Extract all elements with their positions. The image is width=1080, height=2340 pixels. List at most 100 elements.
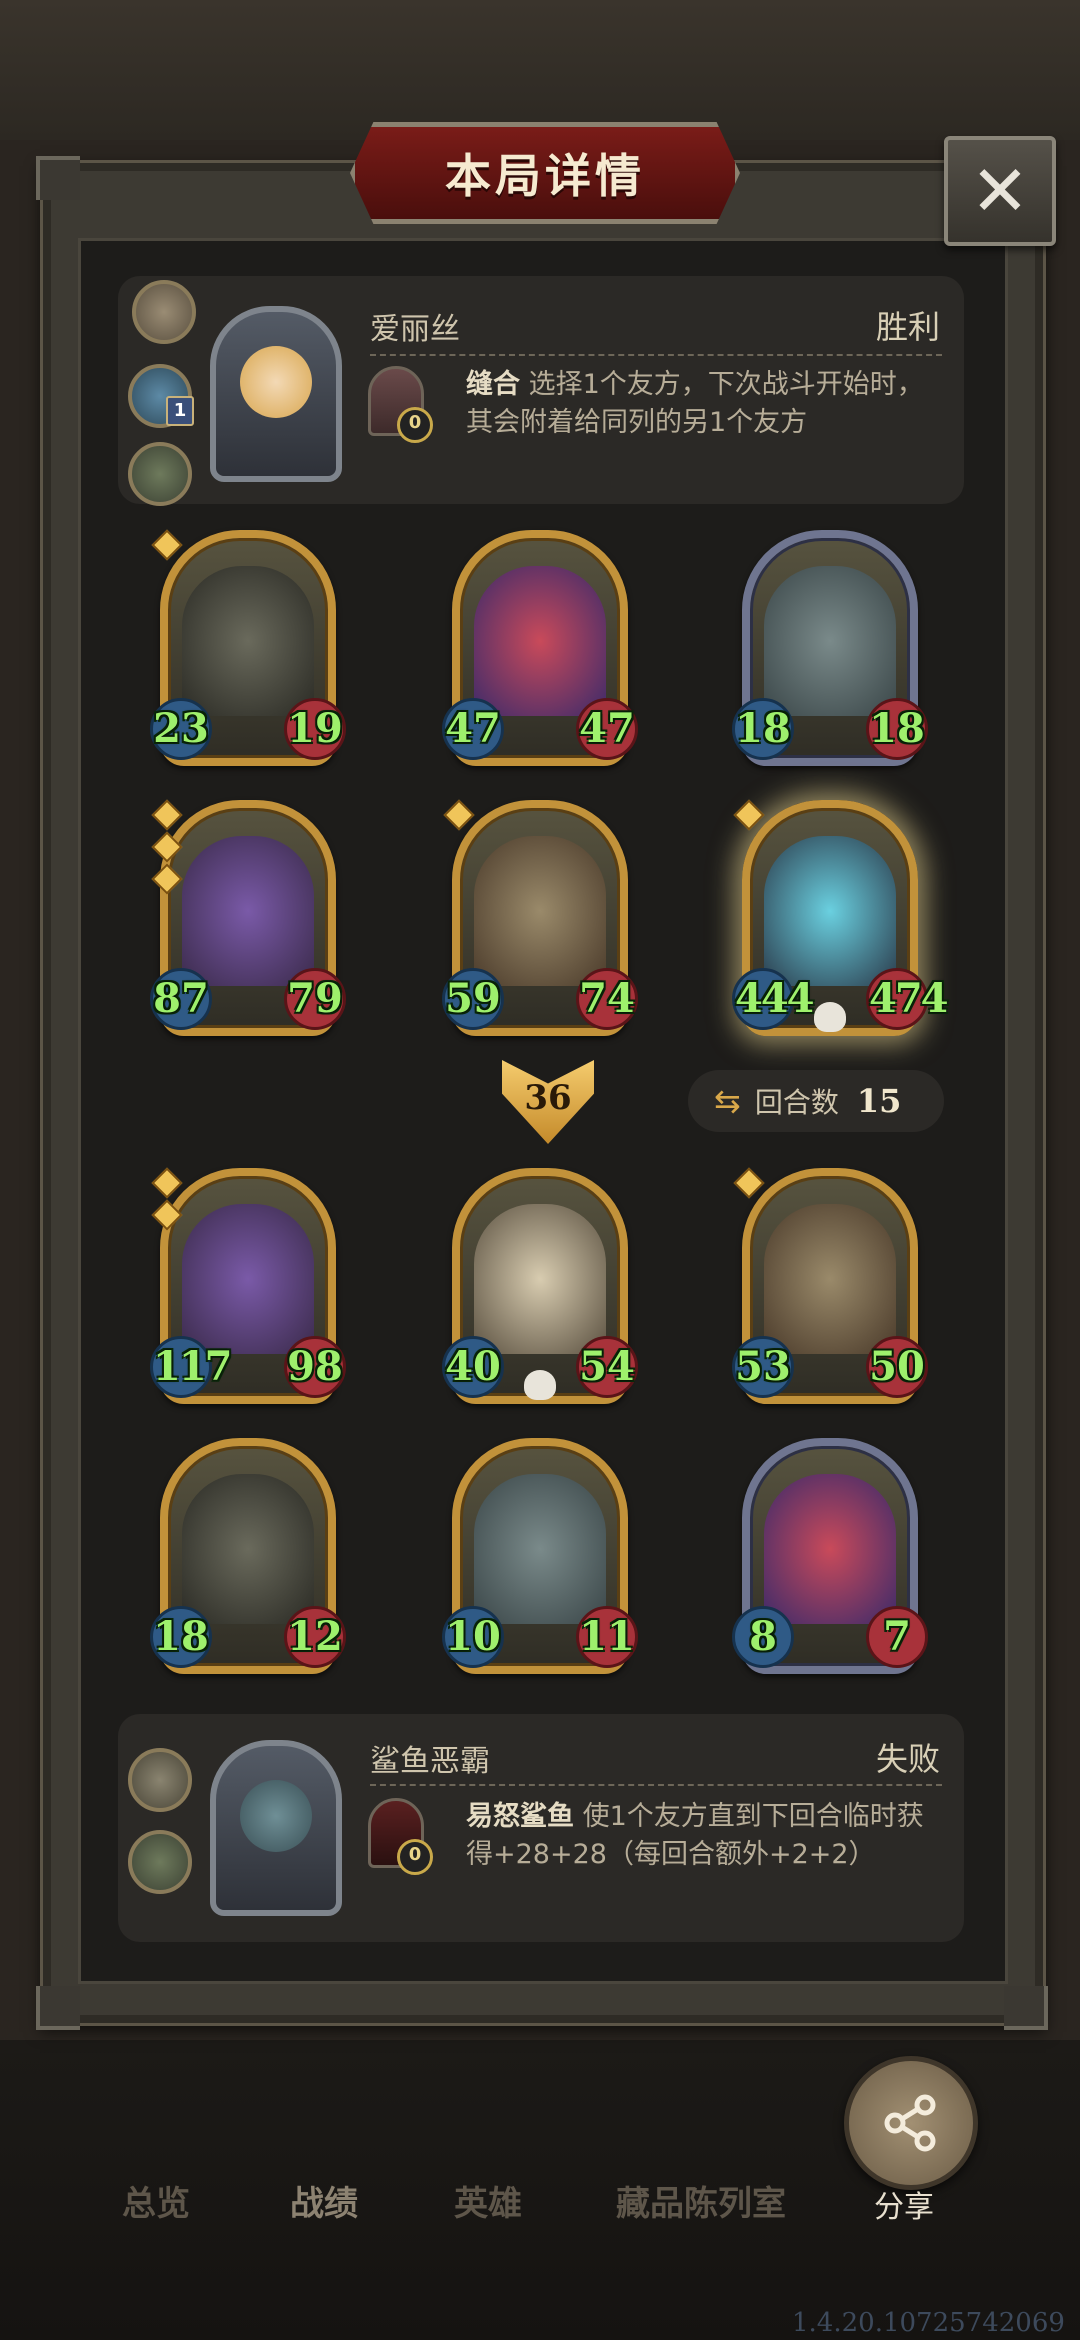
star-rating bbox=[151, 1167, 183, 1236]
divider bbox=[370, 1784, 942, 1786]
share-button[interactable] bbox=[844, 2056, 978, 2190]
turns-label: 回合数 bbox=[754, 1086, 839, 1119]
hero-portrait-shark[interactable] bbox=[210, 1740, 342, 1916]
attack-stat: 47 bbox=[442, 698, 504, 760]
reaper-art bbox=[182, 566, 314, 716]
health-stat: 19 bbox=[284, 698, 346, 760]
star-rating bbox=[733, 1167, 765, 1204]
minion-card-beast[interactable]: 10 11 bbox=[442, 1438, 638, 1674]
star-rating bbox=[151, 529, 183, 566]
health-stat: 18 bbox=[866, 698, 928, 760]
player-panel-loser: 鲨鱼恶霸 失败 0 易怒鲨鱼 使1个友方直到下回合临时获得+28+28（每回合额… bbox=[118, 1714, 964, 1942]
skill-icon[interactable]: 0 bbox=[368, 366, 433, 443]
minion-card-reaper[interactable]: 23 19 bbox=[150, 529, 346, 766]
tab-record[interactable]: 战绩 bbox=[290, 2176, 358, 2225]
close-icon: ✕ bbox=[970, 150, 1030, 232]
minion-card-skeleton[interactable]: 40 54 bbox=[442, 1168, 638, 1404]
minion-card-dragon[interactable]: 87 79 bbox=[150, 799, 346, 1036]
version-text: 1.4.20.10725742069 bbox=[792, 2308, 1065, 2338]
minion-card-clown[interactable]: 47 47 bbox=[442, 530, 638, 766]
skull-icon bbox=[524, 1370, 556, 1400]
round-number: 36 bbox=[524, 1078, 572, 1118]
attack-stat: 117 bbox=[150, 1336, 233, 1398]
title-plate: 本局详情 bbox=[350, 122, 740, 224]
minion-card-beast[interactable]: 18 18 bbox=[732, 530, 928, 766]
minion-card-airship[interactable]: 53 50 bbox=[732, 1167, 928, 1404]
star-rating bbox=[733, 799, 765, 836]
minion-card-clown[interactable]: 87 bbox=[732, 1438, 928, 1674]
attack-stat: 40 bbox=[442, 1336, 504, 1398]
dialog-title: 本局详情 bbox=[445, 149, 645, 203]
tab-collection[interactable]: 藏品陈列室 bbox=[616, 2176, 786, 2225]
star-icon bbox=[151, 863, 183, 895]
turns-value: 15 bbox=[856, 1082, 902, 1120]
attack-stat: 8 bbox=[732, 1606, 794, 1668]
beast-art bbox=[474, 1474, 606, 1624]
player-result: 胜利 bbox=[876, 308, 941, 346]
fish-icon[interactable]: 1 bbox=[128, 364, 194, 428]
frame-corner bbox=[36, 1986, 80, 2030]
attack-stat: 23 bbox=[150, 698, 212, 760]
health-stat: 47 bbox=[576, 698, 638, 760]
skill-description: 易怒鲨鱼 使1个友方直到下回合临时获得+28+28（每回合额外+2+2） bbox=[466, 1798, 936, 1874]
player-name: 爱丽丝 bbox=[370, 312, 460, 347]
health-stat: 54 bbox=[576, 1336, 638, 1398]
star-icon bbox=[151, 1167, 183, 1199]
background-top bbox=[0, 0, 1080, 140]
minion-card-airship[interactable]: 59 74 bbox=[442, 799, 638, 1036]
attack-stat: 18 bbox=[732, 698, 794, 760]
player-result: 失败 bbox=[876, 1740, 941, 1778]
attack-stat: 18 bbox=[150, 1606, 212, 1668]
reaper-art bbox=[182, 1474, 314, 1624]
attack-stat: 59 bbox=[442, 968, 504, 1030]
star-icon bbox=[733, 799, 765, 831]
alice-face bbox=[240, 346, 312, 418]
turns-icon: ⇆ bbox=[714, 1082, 741, 1120]
health-stat: 79 bbox=[284, 968, 346, 1030]
clown-art bbox=[764, 1474, 896, 1624]
skill-description: 缝合 选择1个友方，下次战斗开始时，其会附着给同列的另1个友方 bbox=[466, 366, 936, 442]
health-stat: 12 bbox=[284, 1606, 346, 1668]
skill-count: 0 bbox=[397, 1839, 433, 1875]
divider bbox=[370, 354, 942, 356]
close-button[interactable]: ✕ bbox=[944, 136, 1056, 246]
relic-icon[interactable] bbox=[128, 1830, 192, 1894]
fish-count-badge: 1 bbox=[166, 396, 194, 426]
star-icon bbox=[443, 799, 475, 831]
skill-text: 选择1个友方，下次战斗开始时，其会附着给同列的另1个友方 bbox=[466, 369, 924, 438]
attack-stat: 87 bbox=[150, 968, 212, 1030]
beast-art bbox=[764, 566, 896, 716]
minion-card-demon[interactable]: 444 474 bbox=[732, 799, 949, 1036]
star-icon bbox=[151, 529, 183, 561]
star-icon bbox=[151, 799, 183, 831]
player-name: 鲨鱼恶霸 bbox=[370, 1744, 490, 1779]
skill-count: 0 bbox=[397, 407, 433, 443]
airship-art bbox=[764, 1204, 896, 1354]
share-icon bbox=[884, 2094, 936, 2152]
attack-stat: 444 bbox=[732, 968, 815, 1030]
hero-portrait-alice[interactable] bbox=[210, 306, 342, 482]
star-icon bbox=[151, 1199, 183, 1231]
relic-icon[interactable] bbox=[128, 442, 192, 506]
health-stat: 50 bbox=[866, 1336, 928, 1398]
player-panel-winner: 1 爱丽丝 胜利 0 缝合 选择1个友方，下次战斗开始时，其会附着给同列的另1个… bbox=[118, 276, 964, 506]
tab-heroes[interactable]: 英雄 bbox=[454, 2176, 522, 2225]
minion-card-reaper[interactable]: 18 12 bbox=[150, 1438, 346, 1674]
health-stat: 11 bbox=[576, 1606, 638, 1668]
attack-stat: 10 bbox=[442, 1606, 504, 1668]
star-rating bbox=[443, 799, 475, 836]
tab-overview[interactable]: 总览 bbox=[122, 2176, 190, 2225]
health-stat: 98 bbox=[284, 1336, 346, 1398]
share-label[interactable]: 分享 bbox=[874, 2182, 934, 2226]
health-stat: 74 bbox=[576, 968, 638, 1030]
skill-icon[interactable]: 0 bbox=[368, 1798, 433, 1875]
minion-card-dragon[interactable]: 117 98 bbox=[150, 1167, 346, 1404]
turns-counter: ⇆ 回合数 15 bbox=[688, 1070, 944, 1132]
star-icon bbox=[733, 1167, 765, 1199]
skill-name: 缝合 bbox=[466, 369, 520, 400]
airship-art bbox=[474, 836, 606, 986]
pocket-watch-icon[interactable] bbox=[132, 280, 196, 344]
dragon-art bbox=[182, 836, 314, 986]
relic-icon[interactable] bbox=[128, 1748, 192, 1812]
health-stat: 7 bbox=[866, 1606, 928, 1668]
